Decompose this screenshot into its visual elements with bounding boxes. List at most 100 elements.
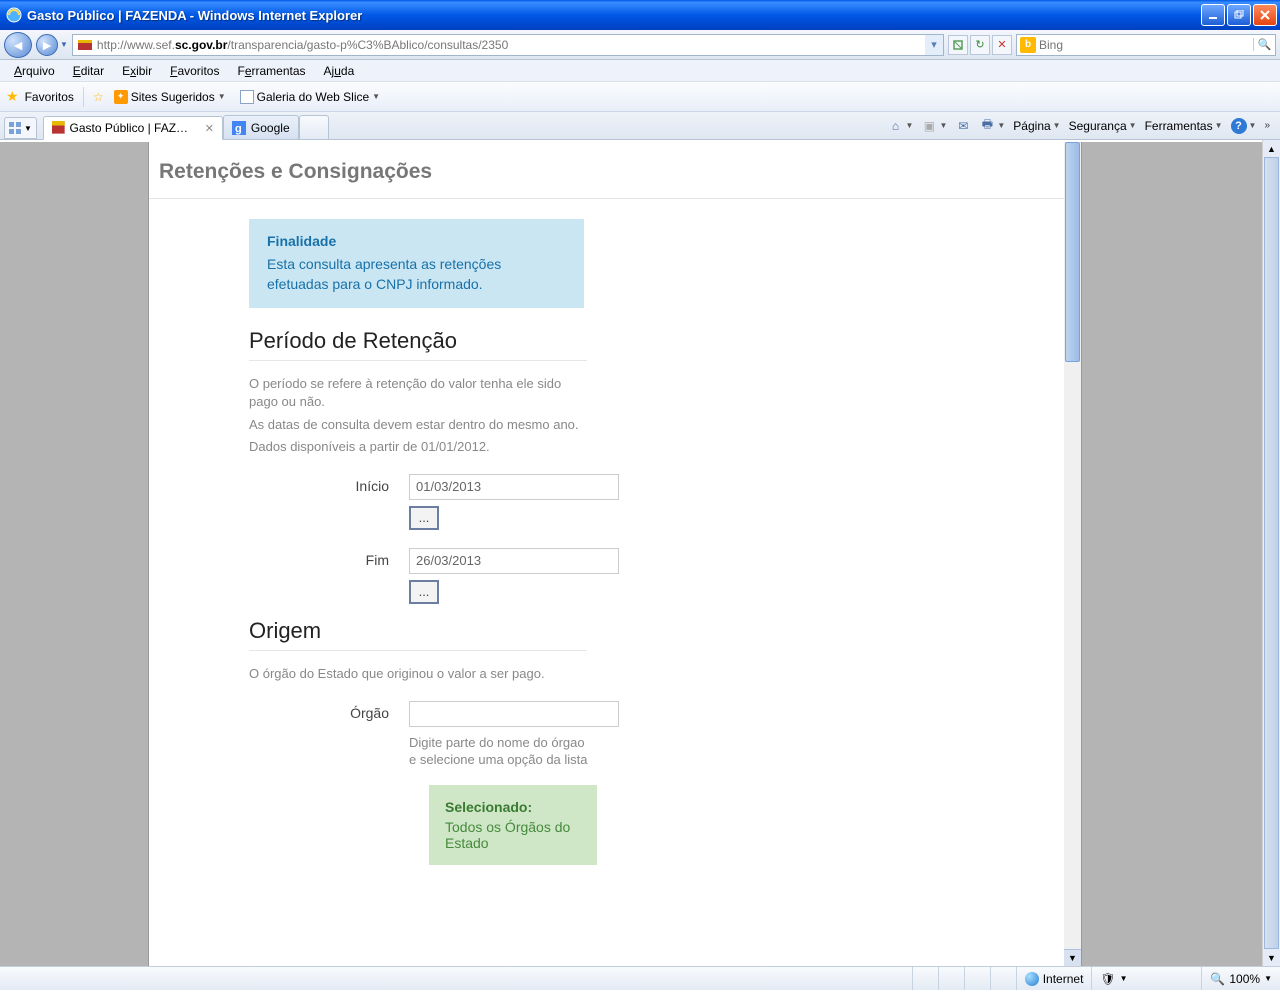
orgao-hint-1: Digite parte do nome do órgao (409, 735, 609, 750)
menu-exibir[interactable]: Exibir (114, 62, 160, 80)
tools-menu[interactable]: Ferramentas ▼ (1145, 119, 1223, 133)
tab-strip: ▼ Gasto Público | FAZENDA ✕ g Google ⌂▼ … (0, 112, 1280, 140)
mail-icon: ✉ (955, 118, 971, 134)
nav-history-dropdown[interactable]: ▼ (60, 40, 68, 49)
add-favorite-icon[interactable]: ☆ (93, 90, 104, 104)
url-text[interactable]: http://www.sef.sc.gov.br/transparencia/g… (97, 36, 925, 54)
status-cell (938, 967, 964, 990)
status-cell (964, 967, 990, 990)
rss-icon: ▣ (921, 118, 937, 134)
menu-ferramentas[interactable]: Ferramentas (229, 62, 313, 80)
selecionado-box: Selecionado: Todos os Órgãos do Estado (429, 785, 597, 865)
page-menu[interactable]: Página ▼ (1013, 119, 1060, 133)
refresh-button[interactable]: ↻ (970, 35, 990, 55)
orgao-input[interactable] (409, 701, 619, 727)
callout-body: Esta consulta apresenta as retenções efe… (267, 255, 566, 294)
feeds-button[interactable]: ▣▼ (921, 118, 947, 134)
fim-picker-button[interactable]: ... (409, 580, 439, 604)
status-bar: Internet 🛡 ▼ 🔍 100% ▼ (0, 966, 1280, 990)
menu-favoritos[interactable]: Favoritos (162, 62, 227, 80)
security-zone[interactable]: Internet (1016, 967, 1092, 990)
scrollbar-thumb[interactable] (1065, 142, 1080, 362)
selecionado-value: Todos os Órgãos do Estado (445, 819, 581, 851)
inicio-row: Início ... (249, 474, 1064, 530)
selecionado-label: Selecionado: (445, 799, 532, 815)
favorites-star-icon[interactable]: ★ (6, 88, 19, 105)
inner-scrollbar[interactable]: ▼ (1064, 142, 1081, 966)
print-icon: 🖶 (979, 118, 995, 134)
google-favicon: g (232, 121, 246, 135)
origem-heading: Origem (249, 618, 587, 651)
site-favicon (77, 37, 93, 53)
callout-heading: Finalidade (267, 233, 566, 249)
home-button[interactable]: ⌂▼ (888, 118, 914, 134)
svg-text:g: g (235, 123, 242, 135)
quick-tabs-button[interactable]: ▼ (4, 117, 37, 139)
chevron-down-icon: ▼ (1120, 974, 1128, 983)
suggested-sites-icon: ✦ (114, 90, 128, 104)
scroll-down-button[interactable]: ▼ (1064, 949, 1081, 966)
compat-view-button[interactable] (948, 35, 968, 55)
overflow-chevron-icon[interactable]: » (1264, 120, 1270, 131)
orgao-label: Órgão (249, 701, 409, 721)
periodo-help-1: O período se refere à retenção do valor … (249, 375, 589, 411)
tab-close-icon[interactable]: ✕ (205, 122, 214, 135)
help-menu[interactable]: ?▼ (1231, 118, 1257, 134)
periodo-help-3: Dados disponíveis a partir de 01/01/2012… (249, 438, 589, 456)
separator (83, 87, 84, 107)
galeria-web-slice-link[interactable]: Galeria do Web Slice ▼ (236, 88, 384, 106)
scroll-up-button[interactable]: ▲ (1263, 140, 1280, 157)
menu-arquivo[interactable]: Arquivo (6, 62, 63, 80)
search-box[interactable]: b 🔍 (1016, 34, 1276, 56)
search-input[interactable] (1039, 38, 1253, 52)
chevron-down-icon: ▼ (1264, 974, 1272, 983)
stop-button[interactable]: ✕ (992, 35, 1012, 55)
tab-gasto-publico[interactable]: Gasto Público | FAZENDA ✕ (43, 116, 223, 140)
chevron-down-icon: ▼ (218, 92, 226, 101)
ie-logo-icon (6, 7, 22, 23)
inicio-picker-button[interactable]: ... (409, 506, 439, 530)
inicio-input[interactable] (409, 474, 619, 500)
forward-button[interactable]: ► (36, 34, 58, 56)
navigation-toolbar: ◄ ► ▼ http://www.sef.sc.gov.br/transpare… (0, 30, 1280, 60)
command-bar: ⌂▼ ▣▼ ✉ 🖶▼ Página ▼ Segurança ▼ Ferramen… (882, 112, 1276, 139)
search-go-button[interactable]: 🔍 (1253, 38, 1275, 51)
webslice-icon (240, 90, 254, 104)
periodo-help-2: As datas de consulta devem estar dentro … (249, 416, 589, 434)
menu-ajuda[interactable]: Ajuda (316, 62, 363, 80)
finalidade-callout: Finalidade Esta consulta apresenta as re… (249, 219, 584, 308)
window-titlebar: Gasto Público | FAZENDA - Windows Intern… (0, 0, 1280, 30)
outer-scrollbar[interactable]: ▲ ▼ (1262, 140, 1280, 966)
tab-favicon (52, 121, 65, 135)
sites-sugeridos-link[interactable]: ✦ Sites Sugeridos ▼ (110, 88, 230, 106)
print-button[interactable]: 🖶▼ (979, 118, 1005, 134)
window-close-button[interactable] (1253, 4, 1277, 26)
window-restore-button[interactable] (1227, 4, 1251, 26)
back-button[interactable]: ◄ (4, 32, 32, 58)
favorites-label[interactable]: Favoritos (25, 90, 74, 104)
origem-help: O órgão do Estado que originou o valor a… (249, 665, 589, 683)
globe-icon (1025, 972, 1039, 986)
safety-menu[interactable]: Segurança ▼ (1069, 119, 1137, 133)
menu-bar: Arquivo Editar Exibir Favoritos Ferramen… (0, 60, 1280, 82)
help-icon: ? (1231, 118, 1247, 134)
address-bar[interactable]: http://www.sef.sc.gov.br/transparencia/g… (72, 34, 944, 56)
inicio-label: Início (249, 474, 409, 494)
tab-label: Google (251, 121, 290, 135)
scroll-down-button[interactable]: ▼ (1263, 949, 1280, 966)
new-tab-button[interactable] (299, 115, 329, 139)
tab-google[interactable]: g Google (223, 115, 299, 139)
zoom-value: 100% (1229, 972, 1260, 986)
protected-mode[interactable]: 🛡 ▼ (1091, 967, 1201, 990)
read-mail-button[interactable]: ✉ (955, 118, 971, 134)
window-minimize-button[interactable] (1201, 4, 1225, 26)
menu-editar[interactable]: Editar (65, 62, 112, 80)
status-cell (990, 967, 1016, 990)
favorites-bar: ★ Favoritos ☆ ✦ Sites Sugeridos ▼ Galeri… (0, 82, 1280, 112)
periodo-heading: Período de Retenção (249, 328, 587, 361)
zoom-control[interactable]: 🔍 100% ▼ (1201, 967, 1280, 990)
scrollbar-thumb[interactable] (1264, 157, 1279, 949)
chevron-down-icon: ▼ (372, 92, 380, 101)
address-dropdown[interactable]: ▾ (925, 35, 943, 55)
fim-input[interactable] (409, 548, 619, 574)
